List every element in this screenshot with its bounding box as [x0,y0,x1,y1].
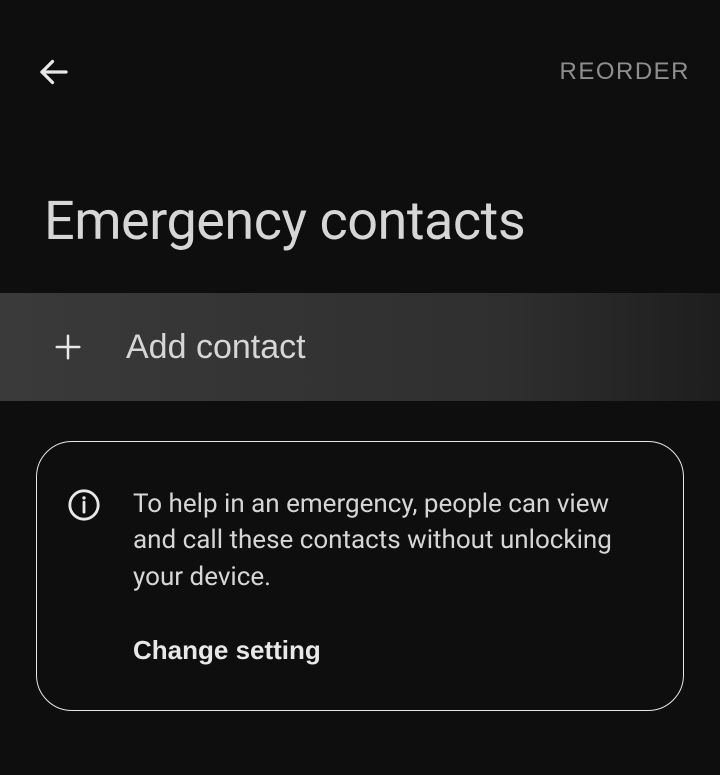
reorder-button[interactable]: REORDER [559,58,690,86]
info-icon [67,488,101,522]
info-row: To help in an emergency, people can view… [67,486,645,595]
info-card: To help in an emergency, people can view… [36,441,684,711]
plus-icon [48,327,88,367]
page-title: Emergency contacts [0,100,720,293]
change-setting-button[interactable]: Change setting [133,635,645,666]
add-contact-label: Add contact [126,328,306,367]
top-bar: REORDER [0,0,720,100]
add-contact-button[interactable]: Add contact [0,293,720,401]
info-message: To help in an emergency, people can view… [133,486,645,595]
arrow-left-icon [36,54,72,90]
back-button[interactable] [30,48,78,96]
